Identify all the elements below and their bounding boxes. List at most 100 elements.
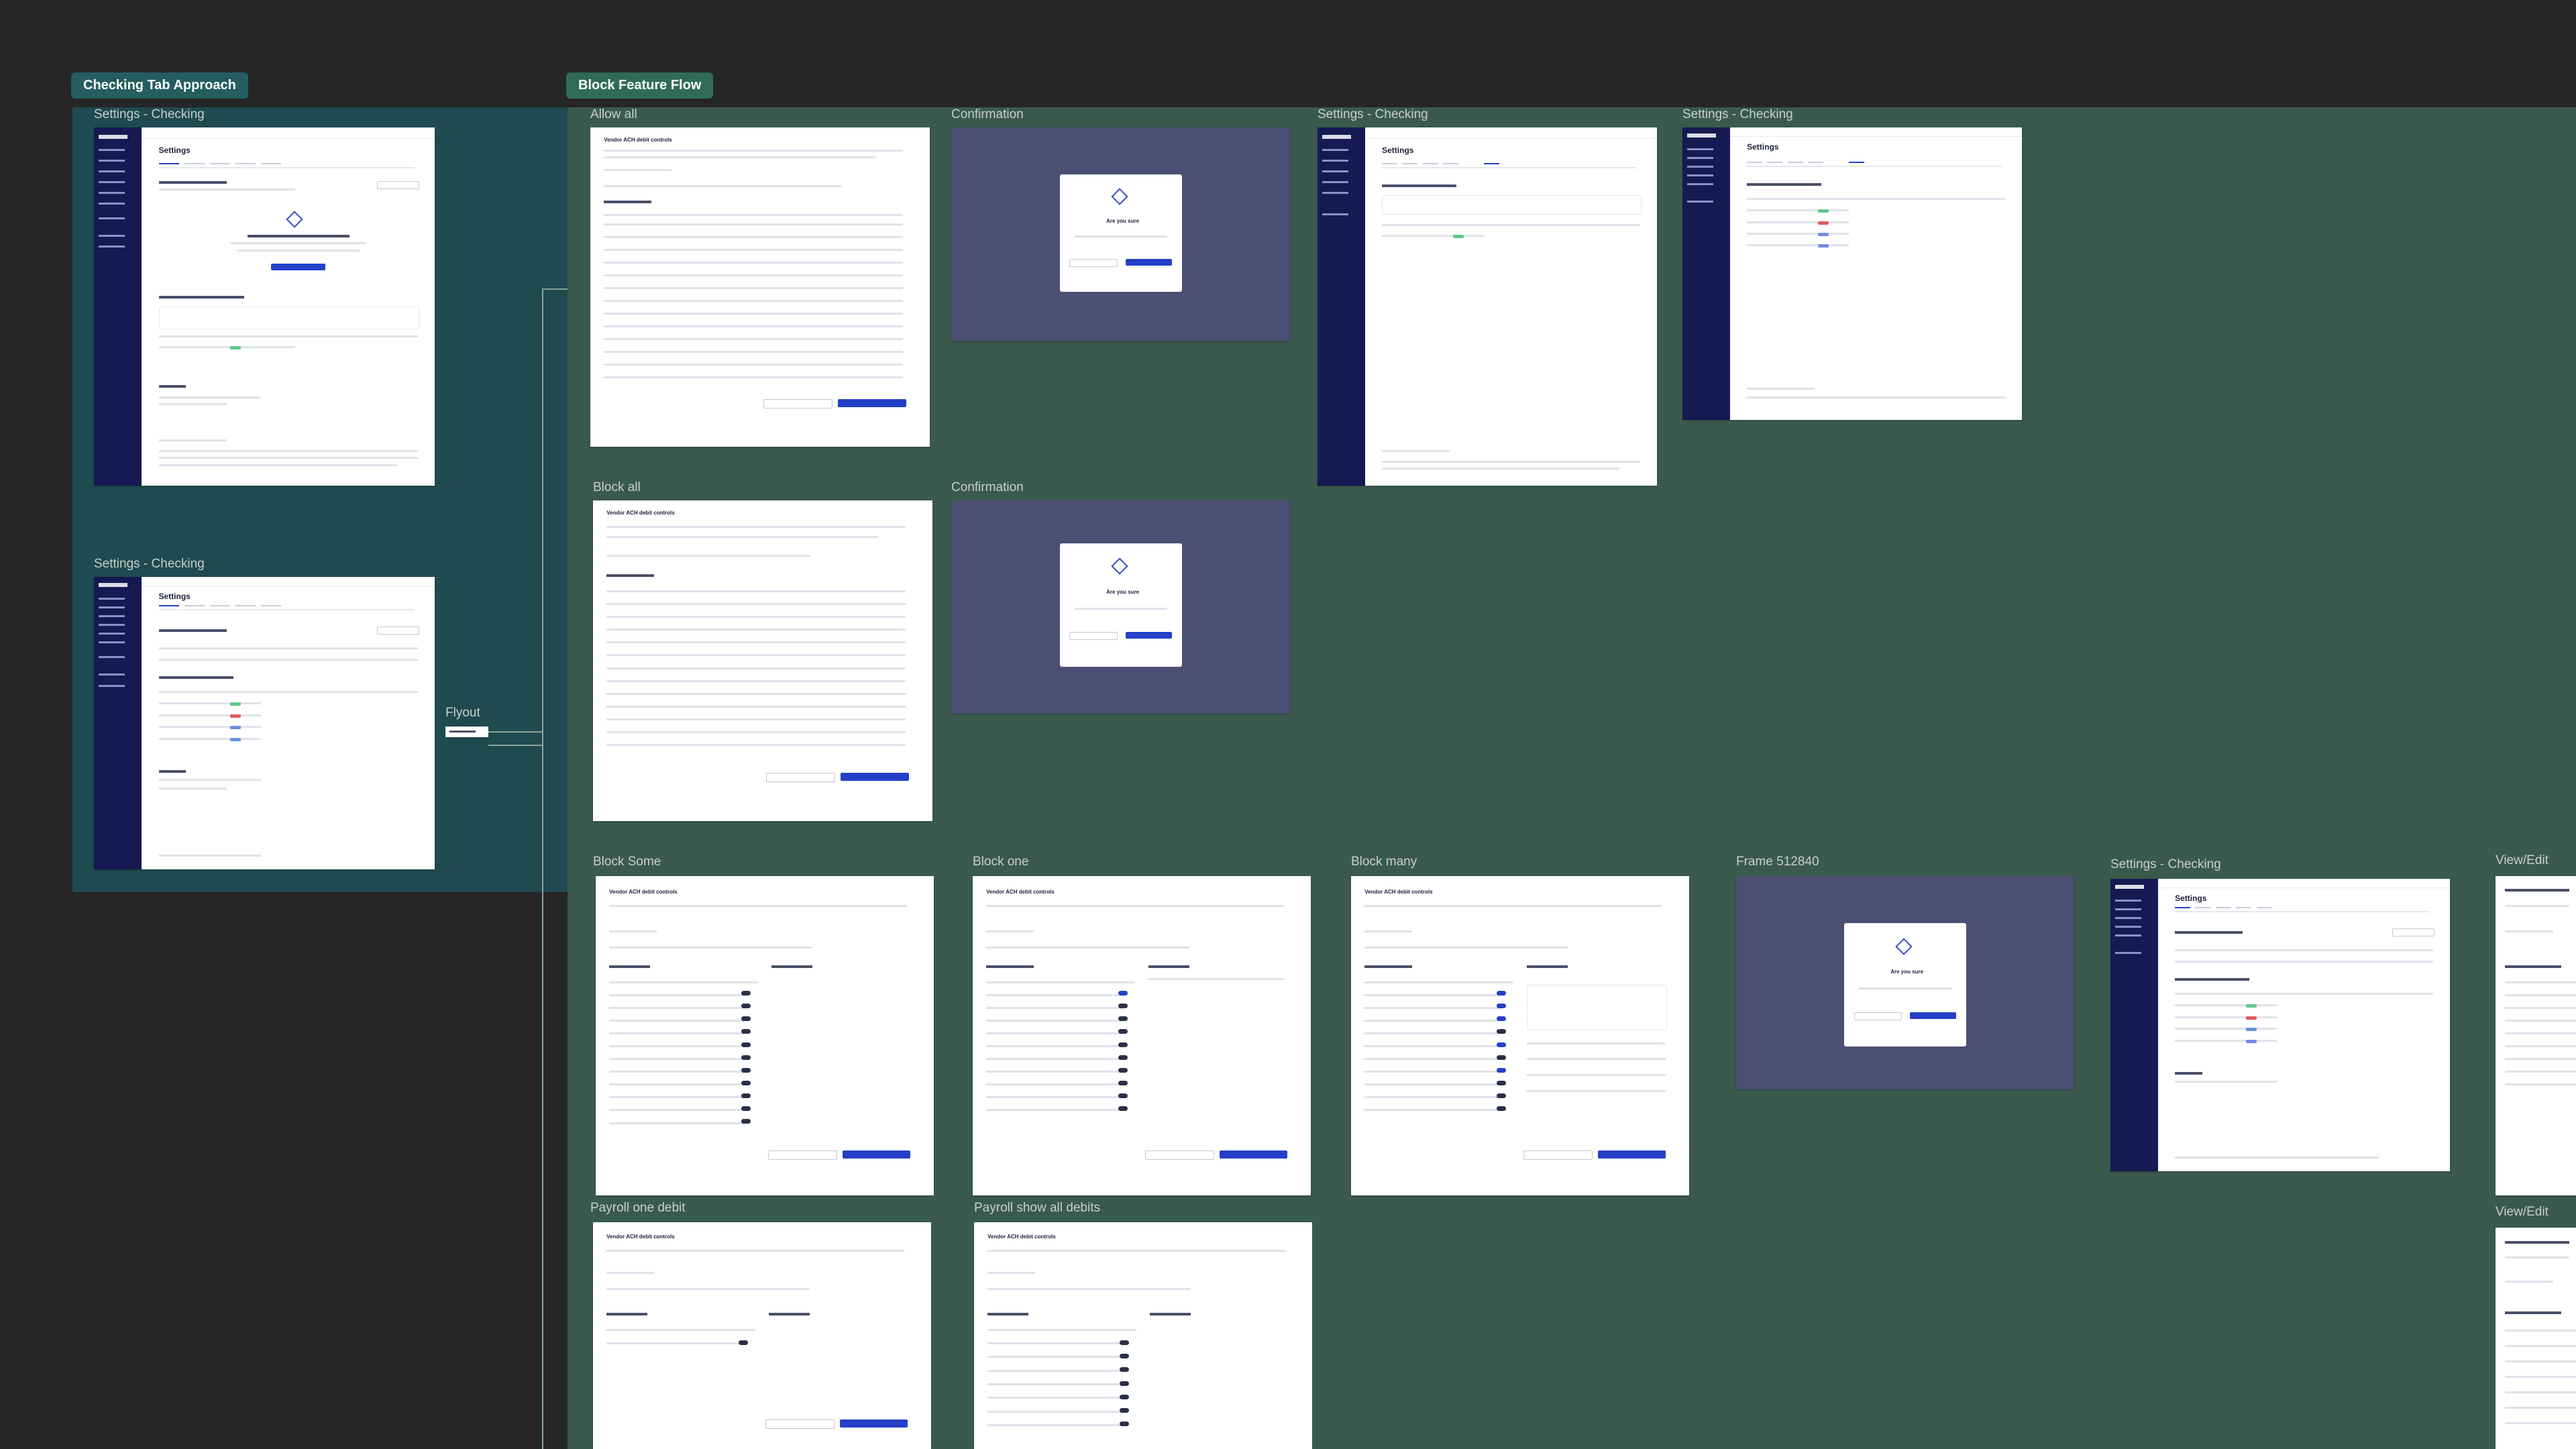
panel-title: Vendor ACH debit controls: [986, 889, 1055, 896]
frame-label: Payroll show all debits: [974, 1201, 1100, 1215]
save-button[interactable]: [842, 1150, 910, 1159]
logo: [1687, 133, 1716, 138]
page-title: Settings: [1382, 145, 1414, 155]
panel-title: Vendor ACH debit controls: [606, 1233, 675, 1240]
logo: [2115, 884, 2144, 889]
confirmation-frame-1[interactable]: Are you sure: [951, 127, 1291, 341]
frame-label: Confirmation: [951, 107, 1024, 121]
view-edit-frame-1[interactable]: [2496, 876, 2576, 1195]
block-one-frame[interactable]: Vendor ACH debit controls: [973, 876, 1311, 1195]
sidebar: [1682, 127, 1730, 420]
tab-bar[interactable]: [158, 162, 415, 168]
view-edit-frame-2[interactable]: [2496, 1228, 2576, 1449]
checking-tab-section-title: Checking Tab Approach: [71, 72, 248, 99]
cancel-button[interactable]: [766, 773, 836, 783]
confirm-modal[interactable]: Are you sure: [1844, 922, 1966, 1047]
tab-bar[interactable]: [1382, 162, 1637, 168]
sidebar: [94, 577, 142, 869]
diamond-icon: [1895, 938, 1913, 955]
sidebar: [94, 127, 142, 486]
payroll-one-debit-frame[interactable]: Vendor ACH debit controls: [593, 1222, 931, 1449]
flow-connector: [488, 745, 543, 746]
modal-title: Are you sure: [1106, 588, 1140, 595]
cancel-button[interactable]: [768, 1150, 837, 1161]
frame-label: Confirmation: [951, 480, 1024, 494]
settings-checking-frame-b[interactable]: Settings: [94, 577, 435, 869]
diamond-icon: [1111, 557, 1128, 576]
cancel-button[interactable]: [765, 1419, 835, 1430]
frame-label: Allow all: [590, 107, 637, 121]
settings-checking-frame-e[interactable]: Settings: [2110, 879, 2450, 1171]
payroll-show-all-debits-frame[interactable]: Vendor ACH debit controls: [974, 1222, 1312, 1449]
frame-label: Settings - Checking: [1318, 107, 1428, 121]
frame-label: View/Edit: [2496, 1205, 2548, 1219]
settings-checking-frame-a[interactable]: Settings: [94, 127, 435, 486]
frame-label: Settings - Checking: [1682, 107, 1793, 121]
save-button[interactable]: [1219, 1150, 1287, 1159]
panel-title: Vendor ACH debit controls: [1364, 889, 1433, 896]
tab-bar[interactable]: [158, 604, 415, 610]
page-title: Settings: [1747, 142, 1779, 152]
frame-label: Block all: [593, 480, 641, 494]
cancel-button[interactable]: [763, 398, 833, 409]
flow-connector: [542, 288, 543, 1449]
save-button[interactable]: [838, 398, 906, 407]
setup-button[interactable]: [271, 263, 326, 270]
block-feature-section-title: Block Feature Flow: [566, 72, 714, 99]
confirmation-frame-2[interactable]: Are you sure: [951, 500, 1291, 714]
frame-label: Frame 512840: [1736, 855, 1819, 869]
create-rule-button[interactable]: [376, 181, 419, 190]
settings-checking-frame-c[interactable]: Settings: [1318, 127, 1657, 486]
confirm-modal[interactable]: Are you sure: [1059, 543, 1183, 667]
tab-bar[interactable]: [1747, 161, 2002, 167]
block-many-frame[interactable]: Vendor ACH debit controls: [1351, 876, 1689, 1195]
frame-label: View/Edit: [2496, 853, 2548, 867]
block-all-frame[interactable]: Vendor ACH debit controls: [593, 500, 932, 821]
page-title: Settings: [158, 591, 191, 601]
frame-label: Settings - Checking: [94, 557, 205, 571]
panel-title: Vendor ACH debit controls: [609, 889, 678, 896]
diamond-icon: [1111, 188, 1128, 206]
frame-label: Block one: [973, 855, 1029, 869]
cancel-button[interactable]: [1145, 1150, 1214, 1161]
flow-connector: [488, 731, 543, 733]
create-rule-button[interactable]: [2392, 928, 2434, 937]
confirm-button[interactable]: [1126, 632, 1173, 639]
panel-title: Vendor ACH debit controls: [604, 137, 672, 144]
transfer-icon: [285, 211, 303, 228]
sidebar: [1318, 127, 1365, 486]
page-title: Settings: [158, 145, 191, 155]
page-title: Settings: [2175, 893, 2207, 903]
cancel-button[interactable]: [1069, 258, 1118, 267]
panel-title: Vendor ACH debit controls: [606, 510, 675, 517]
flyout-frame[interactable]: [445, 727, 488, 737]
cancel-button[interactable]: [1069, 632, 1118, 641]
save-button[interactable]: [841, 773, 909, 782]
confirm-button[interactable]: [1126, 258, 1173, 266]
modal-title: Are you sure: [1890, 969, 1924, 975]
frame-label: Block Some: [593, 855, 661, 869]
panel-title: Vendor ACH debit controls: [987, 1233, 1056, 1240]
frame-label: Block many: [1351, 855, 1417, 869]
allow-all-frame[interactable]: Vendor ACH debit controls: [590, 127, 930, 447]
save-button[interactable]: [839, 1419, 908, 1428]
modal-title: Are you sure: [1106, 217, 1140, 224]
frame-label: Flyout: [445, 706, 480, 720]
create-rule-button[interactable]: [376, 627, 419, 635]
sidebar: [2110, 879, 2158, 1171]
cancel-button[interactable]: [1523, 1150, 1593, 1161]
cancel-button[interactable]: [1854, 1012, 1902, 1020]
save-button[interactable]: [1597, 1150, 1666, 1159]
logo: [1322, 134, 1351, 139]
frame-label: Settings - Checking: [2110, 857, 2221, 871]
frame-label: Settings - Checking: [94, 107, 205, 121]
tab-bar[interactable]: [2175, 906, 2430, 912]
logo: [99, 582, 127, 587]
confirm-modal[interactable]: Are you sure: [1059, 174, 1183, 292]
frame-512840[interactable]: Are you sure: [1736, 876, 2074, 1089]
block-some-frame[interactable]: Vendor ACH debit controls: [596, 876, 934, 1195]
frame-label: Payroll one debit: [590, 1201, 686, 1215]
logo: [99, 134, 127, 139]
settings-checking-frame-d[interactable]: Settings: [1682, 127, 2022, 420]
confirm-button[interactable]: [1910, 1012, 1957, 1019]
